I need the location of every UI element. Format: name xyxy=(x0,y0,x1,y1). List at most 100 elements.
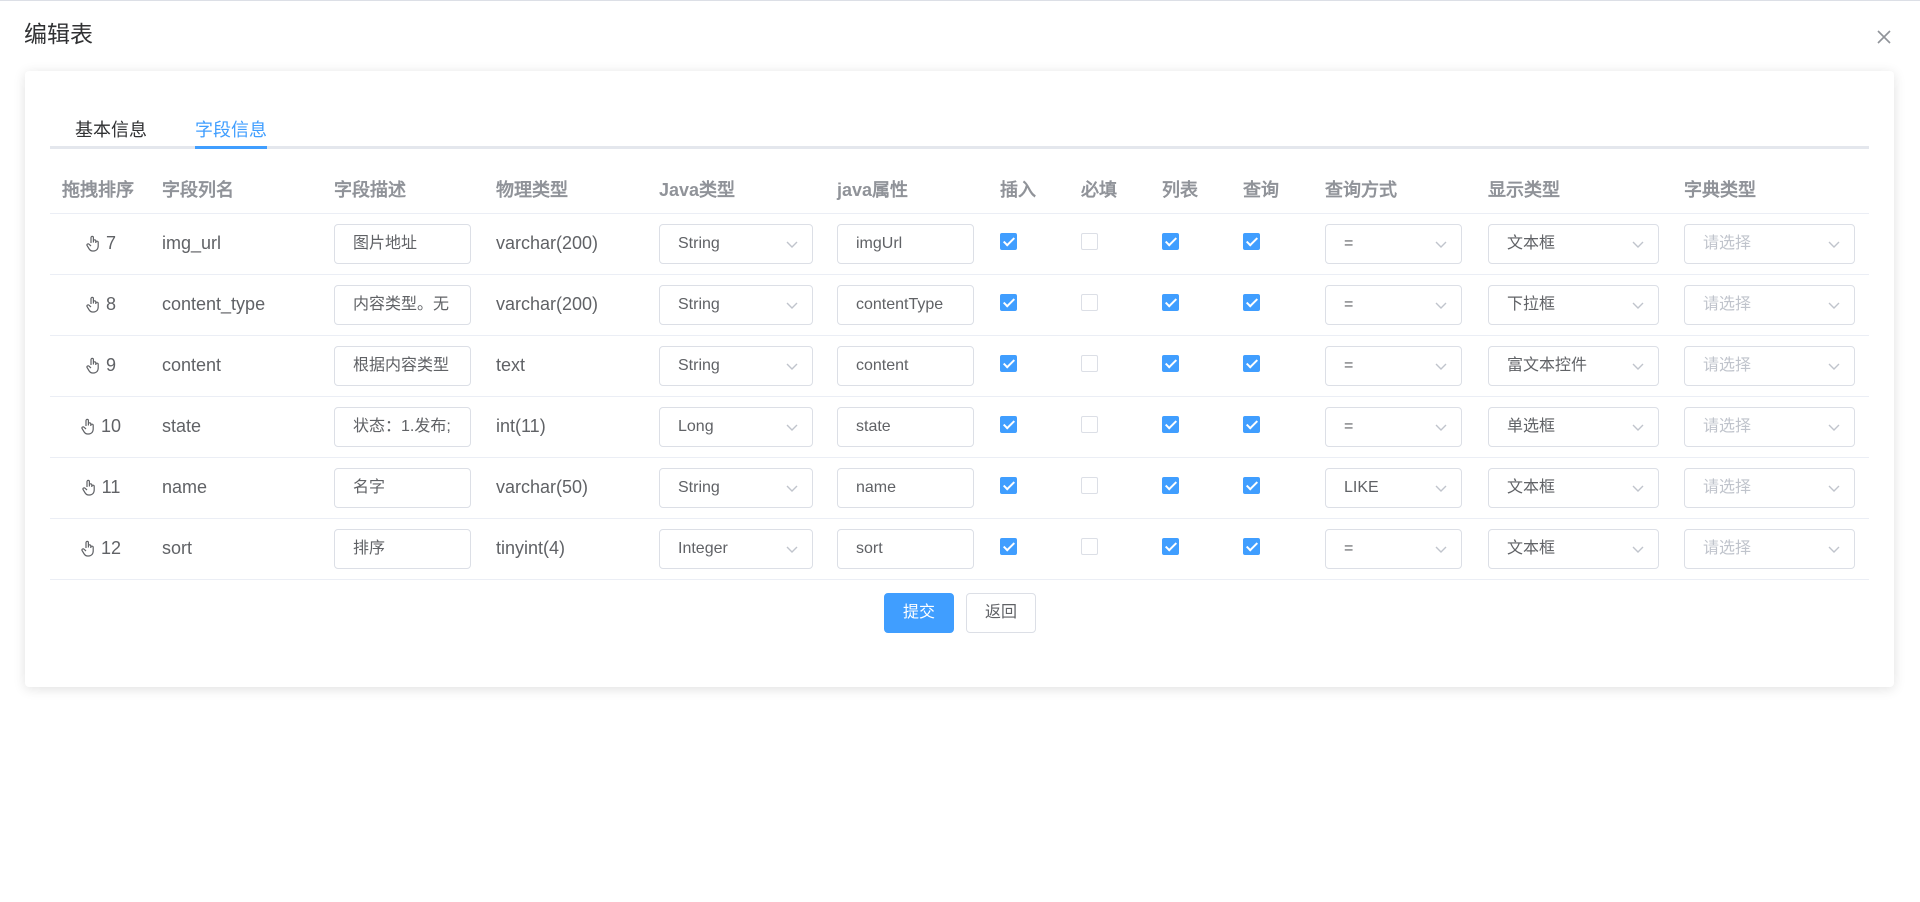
query-type-select[interactable]: = xyxy=(1325,406,1462,447)
tab-bar: 基本信息 字段信息 xyxy=(50,109,1869,149)
chevron-down-icon xyxy=(1828,363,1840,370)
java-prop-input[interactable]: name xyxy=(837,467,974,508)
chevron-down-icon xyxy=(1632,241,1644,248)
java-type-select[interactable]: Integer xyxy=(659,528,813,569)
drag-hand-icon xyxy=(86,235,99,252)
query-checkbox[interactable] xyxy=(1243,293,1260,311)
dict-type-select[interactable]: 请选择 xyxy=(1684,406,1855,447)
insert-checkbox[interactable] xyxy=(1000,232,1017,250)
drag-handle[interactable]: 7 xyxy=(50,233,150,254)
list-checkbox[interactable] xyxy=(1162,293,1179,311)
field-table: 拖拽排序 字段列名 字段描述 物理类型 Java类型 java属性 插入 必填 列表 查询 查询方式… xyxy=(50,165,1869,580)
list-checkbox[interactable] xyxy=(1162,476,1179,494)
java-type-select[interactable]: String xyxy=(659,467,813,508)
required-checkbox[interactable] xyxy=(1081,537,1098,555)
desc-input[interactable]: 状态：1.发布; xyxy=(334,406,471,447)
desc-input[interactable]: 排序 xyxy=(334,528,471,569)
query-checkbox[interactable] xyxy=(1243,232,1260,250)
desc-input[interactable]: 内容类型。无 xyxy=(334,284,471,325)
query-checkbox[interactable] xyxy=(1243,476,1260,494)
insert-checkbox[interactable] xyxy=(1000,537,1017,555)
chevron-down-icon xyxy=(786,363,798,370)
query-type-value: = xyxy=(1344,234,1354,252)
display-type-value: 富文本控件 xyxy=(1507,356,1588,374)
close-icon[interactable] xyxy=(1872,25,1896,49)
query-checkbox[interactable] xyxy=(1243,415,1260,433)
dict-type-select[interactable]: 请选择 xyxy=(1684,345,1855,386)
drag-handle[interactable]: 11 xyxy=(50,477,150,498)
java-type-select[interactable]: String xyxy=(659,345,813,386)
insert-checkbox[interactable] xyxy=(1000,476,1017,494)
query-type-select[interactable]: = xyxy=(1325,284,1462,325)
list-checkbox[interactable] xyxy=(1162,232,1179,250)
required-checkbox[interactable] xyxy=(1081,415,1098,433)
display-type-select[interactable]: 文本框 xyxy=(1488,467,1659,508)
java-prop-input[interactable]: sort xyxy=(837,528,974,569)
insert-checkbox[interactable] xyxy=(1000,354,1017,372)
column-header: 列表 xyxy=(1150,165,1231,214)
drag-handle[interactable]: 8 xyxy=(50,294,150,315)
query-type-select[interactable]: = xyxy=(1325,345,1462,386)
drag-handle[interactable]: 10 xyxy=(50,416,150,437)
query-type-select[interactable]: = xyxy=(1325,528,1462,569)
list-checkbox[interactable] xyxy=(1162,415,1179,433)
dict-type-value: 请选择 xyxy=(1703,234,1752,252)
java-type-value: String xyxy=(678,234,720,252)
java-type-select[interactable]: String xyxy=(659,223,813,264)
tab-field-info[interactable]: 字段信息 xyxy=(195,109,267,149)
query-checkbox[interactable] xyxy=(1243,354,1260,372)
display-type-select[interactable]: 单选框 xyxy=(1488,406,1659,447)
chevron-down-icon xyxy=(1828,302,1840,309)
column-header: 字段描述 xyxy=(322,165,484,214)
list-checkbox[interactable] xyxy=(1162,537,1179,555)
chevron-down-icon xyxy=(1435,424,1447,431)
column-header: 拖拽排序 xyxy=(50,165,150,214)
required-checkbox[interactable] xyxy=(1081,232,1098,250)
list-checkbox[interactable] xyxy=(1162,354,1179,372)
column-header: 物理类型 xyxy=(484,165,647,214)
main-card: 基本信息 字段信息 拖拽排序 字段列名 字段描述 物理类型 Java类型 java属性 插入… xyxy=(25,71,1894,687)
dict-type-select[interactable]: 请选择 xyxy=(1684,528,1855,569)
dict-type-select[interactable]: 请选择 xyxy=(1684,284,1855,325)
java-prop-input[interactable]: content xyxy=(837,345,974,386)
chevron-down-icon xyxy=(1632,546,1644,553)
display-type-select[interactable]: 文本框 xyxy=(1488,223,1659,264)
java-prop-input[interactable]: state xyxy=(837,406,974,447)
chevron-down-icon xyxy=(1828,485,1840,492)
display-type-select[interactable]: 富文本控件 xyxy=(1488,345,1659,386)
physical-type: text xyxy=(484,335,647,397)
java-type-select[interactable]: String xyxy=(659,284,813,325)
required-checkbox[interactable] xyxy=(1081,293,1098,311)
java-prop-input[interactable]: imgUrl xyxy=(837,223,974,264)
desc-input[interactable]: 名字 xyxy=(334,467,471,508)
drag-handle[interactable]: 9 xyxy=(50,355,150,376)
display-type-select[interactable]: 文本框 xyxy=(1488,528,1659,569)
column-name: content_type xyxy=(150,274,322,336)
required-checkbox[interactable] xyxy=(1081,354,1098,372)
column-header: 必填 xyxy=(1069,165,1150,214)
query-type-value: = xyxy=(1344,539,1354,557)
desc-input[interactable]: 根据内容类型 xyxy=(334,345,471,386)
drag-handle[interactable]: 12 xyxy=(50,538,150,559)
insert-checkbox[interactable] xyxy=(1000,415,1017,433)
physical-type: int(11) xyxy=(484,396,647,458)
submit-button[interactable]: 提交 xyxy=(884,593,954,633)
dict-type-select[interactable]: 请选择 xyxy=(1684,467,1855,508)
column-header: 字典类型 xyxy=(1672,165,1869,214)
display-type-value: 文本框 xyxy=(1507,539,1556,557)
query-type-value: LIKE xyxy=(1344,478,1379,496)
insert-checkbox[interactable] xyxy=(1000,293,1017,311)
query-type-select[interactable]: = xyxy=(1325,223,1462,264)
back-button[interactable]: 返回 xyxy=(966,593,1036,633)
dict-type-select[interactable]: 请选择 xyxy=(1684,223,1855,264)
query-checkbox[interactable] xyxy=(1243,537,1260,555)
display-type-value: 文本框 xyxy=(1507,478,1556,496)
java-type-select[interactable]: Long xyxy=(659,406,813,447)
required-checkbox[interactable] xyxy=(1081,476,1098,494)
tab-basic-info[interactable]: 基本信息 xyxy=(75,109,147,149)
query-type-select[interactable]: LIKE xyxy=(1325,467,1462,508)
table-row: 11 name 名字 varchar(50) String name LIKE 文本框 请选择 xyxy=(50,457,1869,519)
java-prop-input[interactable]: contentType xyxy=(837,284,974,325)
display-type-select[interactable]: 下拉框 xyxy=(1488,284,1659,325)
desc-input[interactable]: 图片地址 xyxy=(334,223,471,264)
